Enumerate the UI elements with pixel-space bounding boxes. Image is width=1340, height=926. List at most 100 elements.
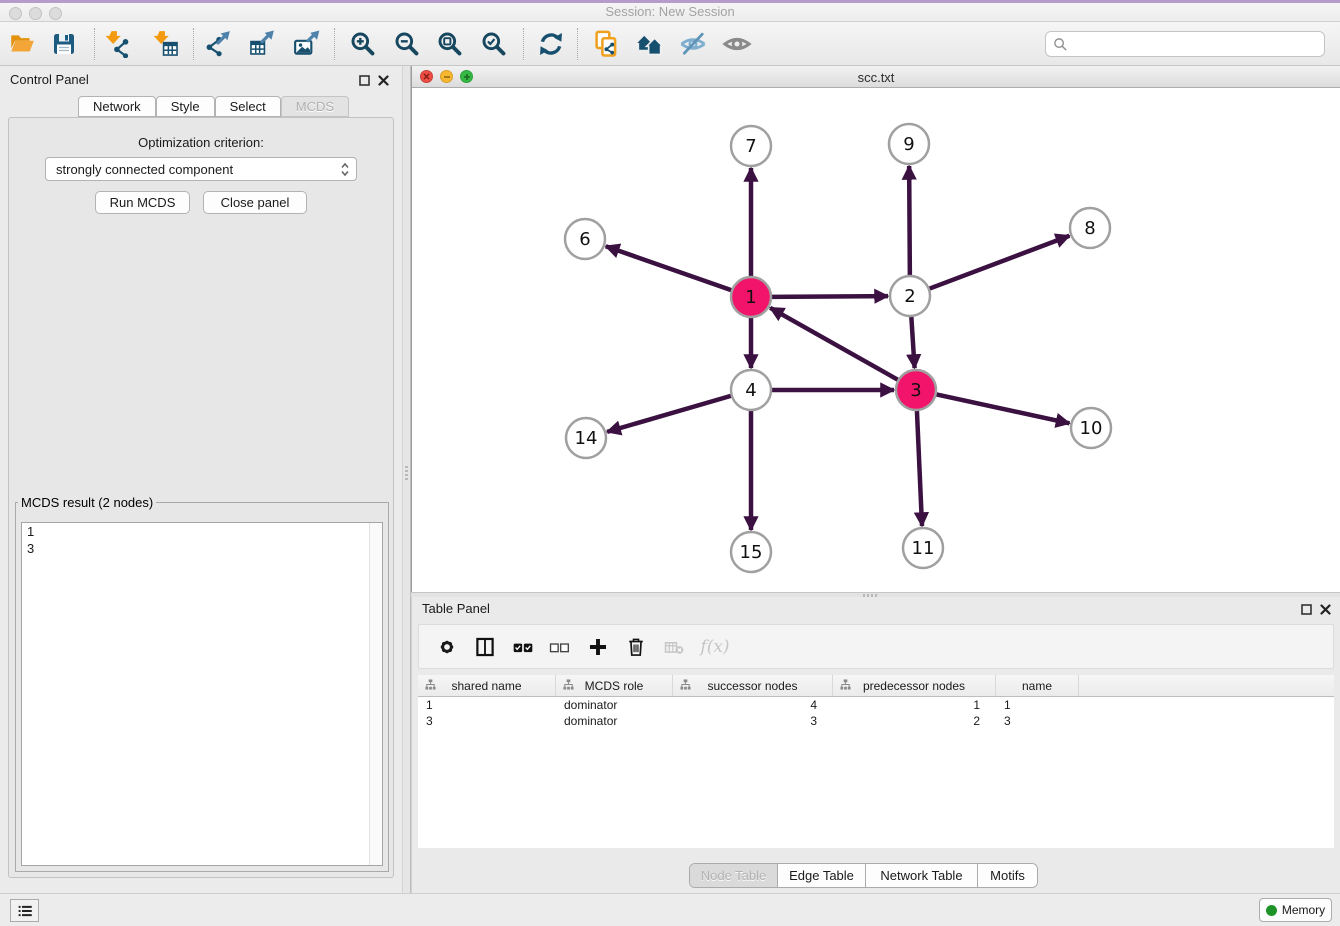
cell-name[interactable]: 3 [996, 713, 1079, 729]
graph-edge-1-2[interactable] [772, 296, 888, 297]
close-table-panel-icon[interactable] [1319, 603, 1332, 616]
refresh-icon[interactable] [534, 27, 568, 61]
graph-edge-3-1[interactable] [770, 308, 898, 380]
criterion-select[interactable]: strongly connected component [45, 157, 357, 181]
cell-MCDS-role[interactable]: dominator [556, 697, 673, 713]
memory-button[interactable]: Memory [1259, 898, 1332, 922]
graph-edge-3-10[interactable] [937, 394, 1070, 423]
mcds-result-item[interactable]: 1 [22, 523, 382, 540]
deselect-all-checks-icon[interactable] [543, 631, 575, 663]
toolbar-separator [523, 28, 524, 60]
save-session-icon[interactable] [47, 27, 81, 61]
float-panel-icon[interactable] [358, 74, 371, 87]
column-selector-icon[interactable] [469, 631, 501, 663]
cell-predecessor-nodes[interactable]: 1 [833, 697, 996, 713]
network-canvas[interactable]: 1234678910111415 [412, 88, 1340, 592]
tab-network[interactable]: Network [78, 96, 156, 117]
cell-name[interactable]: 1 [996, 697, 1079, 713]
toolbar-separator [94, 28, 95, 60]
tab-node-table[interactable]: Node Table [690, 864, 777, 887]
import-table-icon[interactable] [149, 27, 183, 61]
column-header-shared-name[interactable]: shared name [418, 675, 556, 696]
duplicate-network-icon[interactable] [590, 27, 624, 61]
cell-shared-name[interactable]: 1 [418, 697, 556, 713]
search-input[interactable] [1068, 34, 1324, 54]
search-icon [1053, 37, 1068, 52]
column-header-MCDS-role[interactable]: MCDS role [556, 675, 673, 696]
zoom-fit-icon[interactable] [433, 27, 467, 61]
close-panel-button[interactable]: Close panel [203, 191, 307, 214]
zoom-selected-icon[interactable] [477, 27, 511, 61]
cell-predecessor-nodes[interactable]: 2 [833, 713, 996, 729]
network-graph[interactable]: 1234678910111415 [412, 88, 1340, 592]
mcds-result-group: MCDS result (2 nodes) 13 [15, 495, 389, 872]
tab-select[interactable]: Select [215, 96, 281, 117]
status-bar: Memory [0, 893, 1340, 926]
fx-label: f(x) [700, 637, 729, 657]
table-row[interactable]: 1dominator411 [418, 697, 1334, 713]
table-row[interactable]: 3dominator323 [418, 713, 1334, 729]
cell-successor-nodes[interactable]: 3 [673, 713, 833, 729]
tab-motifs[interactable]: Motifs [977, 864, 1037, 887]
node-table[interactable]: shared name MCDS rolesuccessor nodes prede… [418, 675, 1334, 848]
zoom-in-icon[interactable] [346, 27, 380, 61]
close-panel-icon[interactable] [377, 74, 390, 87]
graph-edge-3-11[interactable] [917, 411, 922, 526]
vertical-splitter[interactable] [402, 66, 411, 893]
cell-shared-name[interactable]: 3 [418, 713, 556, 729]
export-image-icon[interactable] [290, 27, 324, 61]
graph-edges [606, 166, 1070, 530]
open-session-icon[interactable] [5, 27, 39, 61]
tab-network-table[interactable]: Network Table [865, 864, 977, 887]
graph-edge-2-8[interactable] [930, 236, 1070, 289]
main-toolbar [0, 22, 1340, 66]
export-table-icon[interactable] [245, 27, 279, 61]
table-panel-title: Table Panel [422, 601, 490, 616]
result-scrollbar[interactable] [369, 523, 382, 865]
delete-column-icon[interactable] [620, 631, 652, 663]
network-window-titlebar[interactable]: scc.txt [412, 66, 1340, 88]
mcds-result-item[interactable]: 3 [22, 540, 382, 557]
import-network-icon[interactable] [101, 27, 135, 61]
eye-icon[interactable] [720, 27, 754, 61]
tab-style[interactable]: Style [156, 96, 215, 117]
control-panel-tabs: Network Style Select MCDS [78, 96, 349, 117]
eye-slash-icon[interactable] [676, 27, 710, 61]
mcds-result-list[interactable]: 13 [21, 522, 383, 866]
control-panel-title: Control Panel [10, 72, 89, 87]
column-header-label: shared name [451, 679, 521, 693]
criterion-value: strongly connected component [56, 162, 233, 177]
cell-MCDS-role[interactable]: dominator [556, 713, 673, 729]
column-header-successor-nodes[interactable]: successor nodes [673, 675, 833, 696]
graph-edge-1-6[interactable] [606, 246, 731, 290]
cell-successor-nodes[interactable]: 4 [673, 697, 833, 713]
network-title: scc.txt [412, 70, 1340, 85]
task-history-button[interactable] [10, 899, 39, 922]
graph-edge-2-9[interactable] [909, 166, 910, 275]
graph-node-label-3: 3 [910, 380, 921, 401]
add-column-icon[interactable] [582, 631, 614, 663]
mcds-panel-content: Optimization criterion: strongly connect… [8, 117, 394, 878]
window-top-accent [0, 0, 1340, 3]
tab-mcds[interactable]: MCDS [281, 96, 349, 117]
tab-edge-table[interactable]: Edge Table [777, 864, 865, 887]
zoom-out-icon[interactable] [390, 27, 424, 61]
network-window: scc.txt 1234678910111415 [411, 66, 1340, 592]
toolbar-separator [577, 28, 578, 60]
export-network-icon[interactable] [201, 27, 235, 61]
graph-edge-2-3[interactable] [911, 317, 914, 368]
home-icon[interactable] [633, 27, 667, 61]
run-mcds-button[interactable]: Run MCDS [95, 191, 190, 214]
graph-edge-4-14[interactable] [607, 396, 731, 432]
column-header-name[interactable]: name [996, 675, 1079, 696]
column-header-predecessor-nodes[interactable]: predecessor nodes [833, 675, 996, 696]
table-options-gear-icon[interactable] [431, 631, 463, 663]
column-header-label: predecessor nodes [863, 679, 965, 693]
select-all-checks-icon[interactable] [507, 631, 539, 663]
table-tabs: Node Table Edge Table Network Table Moti… [689, 863, 1038, 888]
table-panel: Table Panel f(x) shared name [411, 597, 1340, 893]
splitter-grip [405, 466, 408, 482]
search-box[interactable] [1045, 31, 1325, 57]
control-panel: Control Panel Network Style Select MCDS … [0, 66, 402, 893]
float-table-panel-icon[interactable] [1300, 603, 1313, 616]
